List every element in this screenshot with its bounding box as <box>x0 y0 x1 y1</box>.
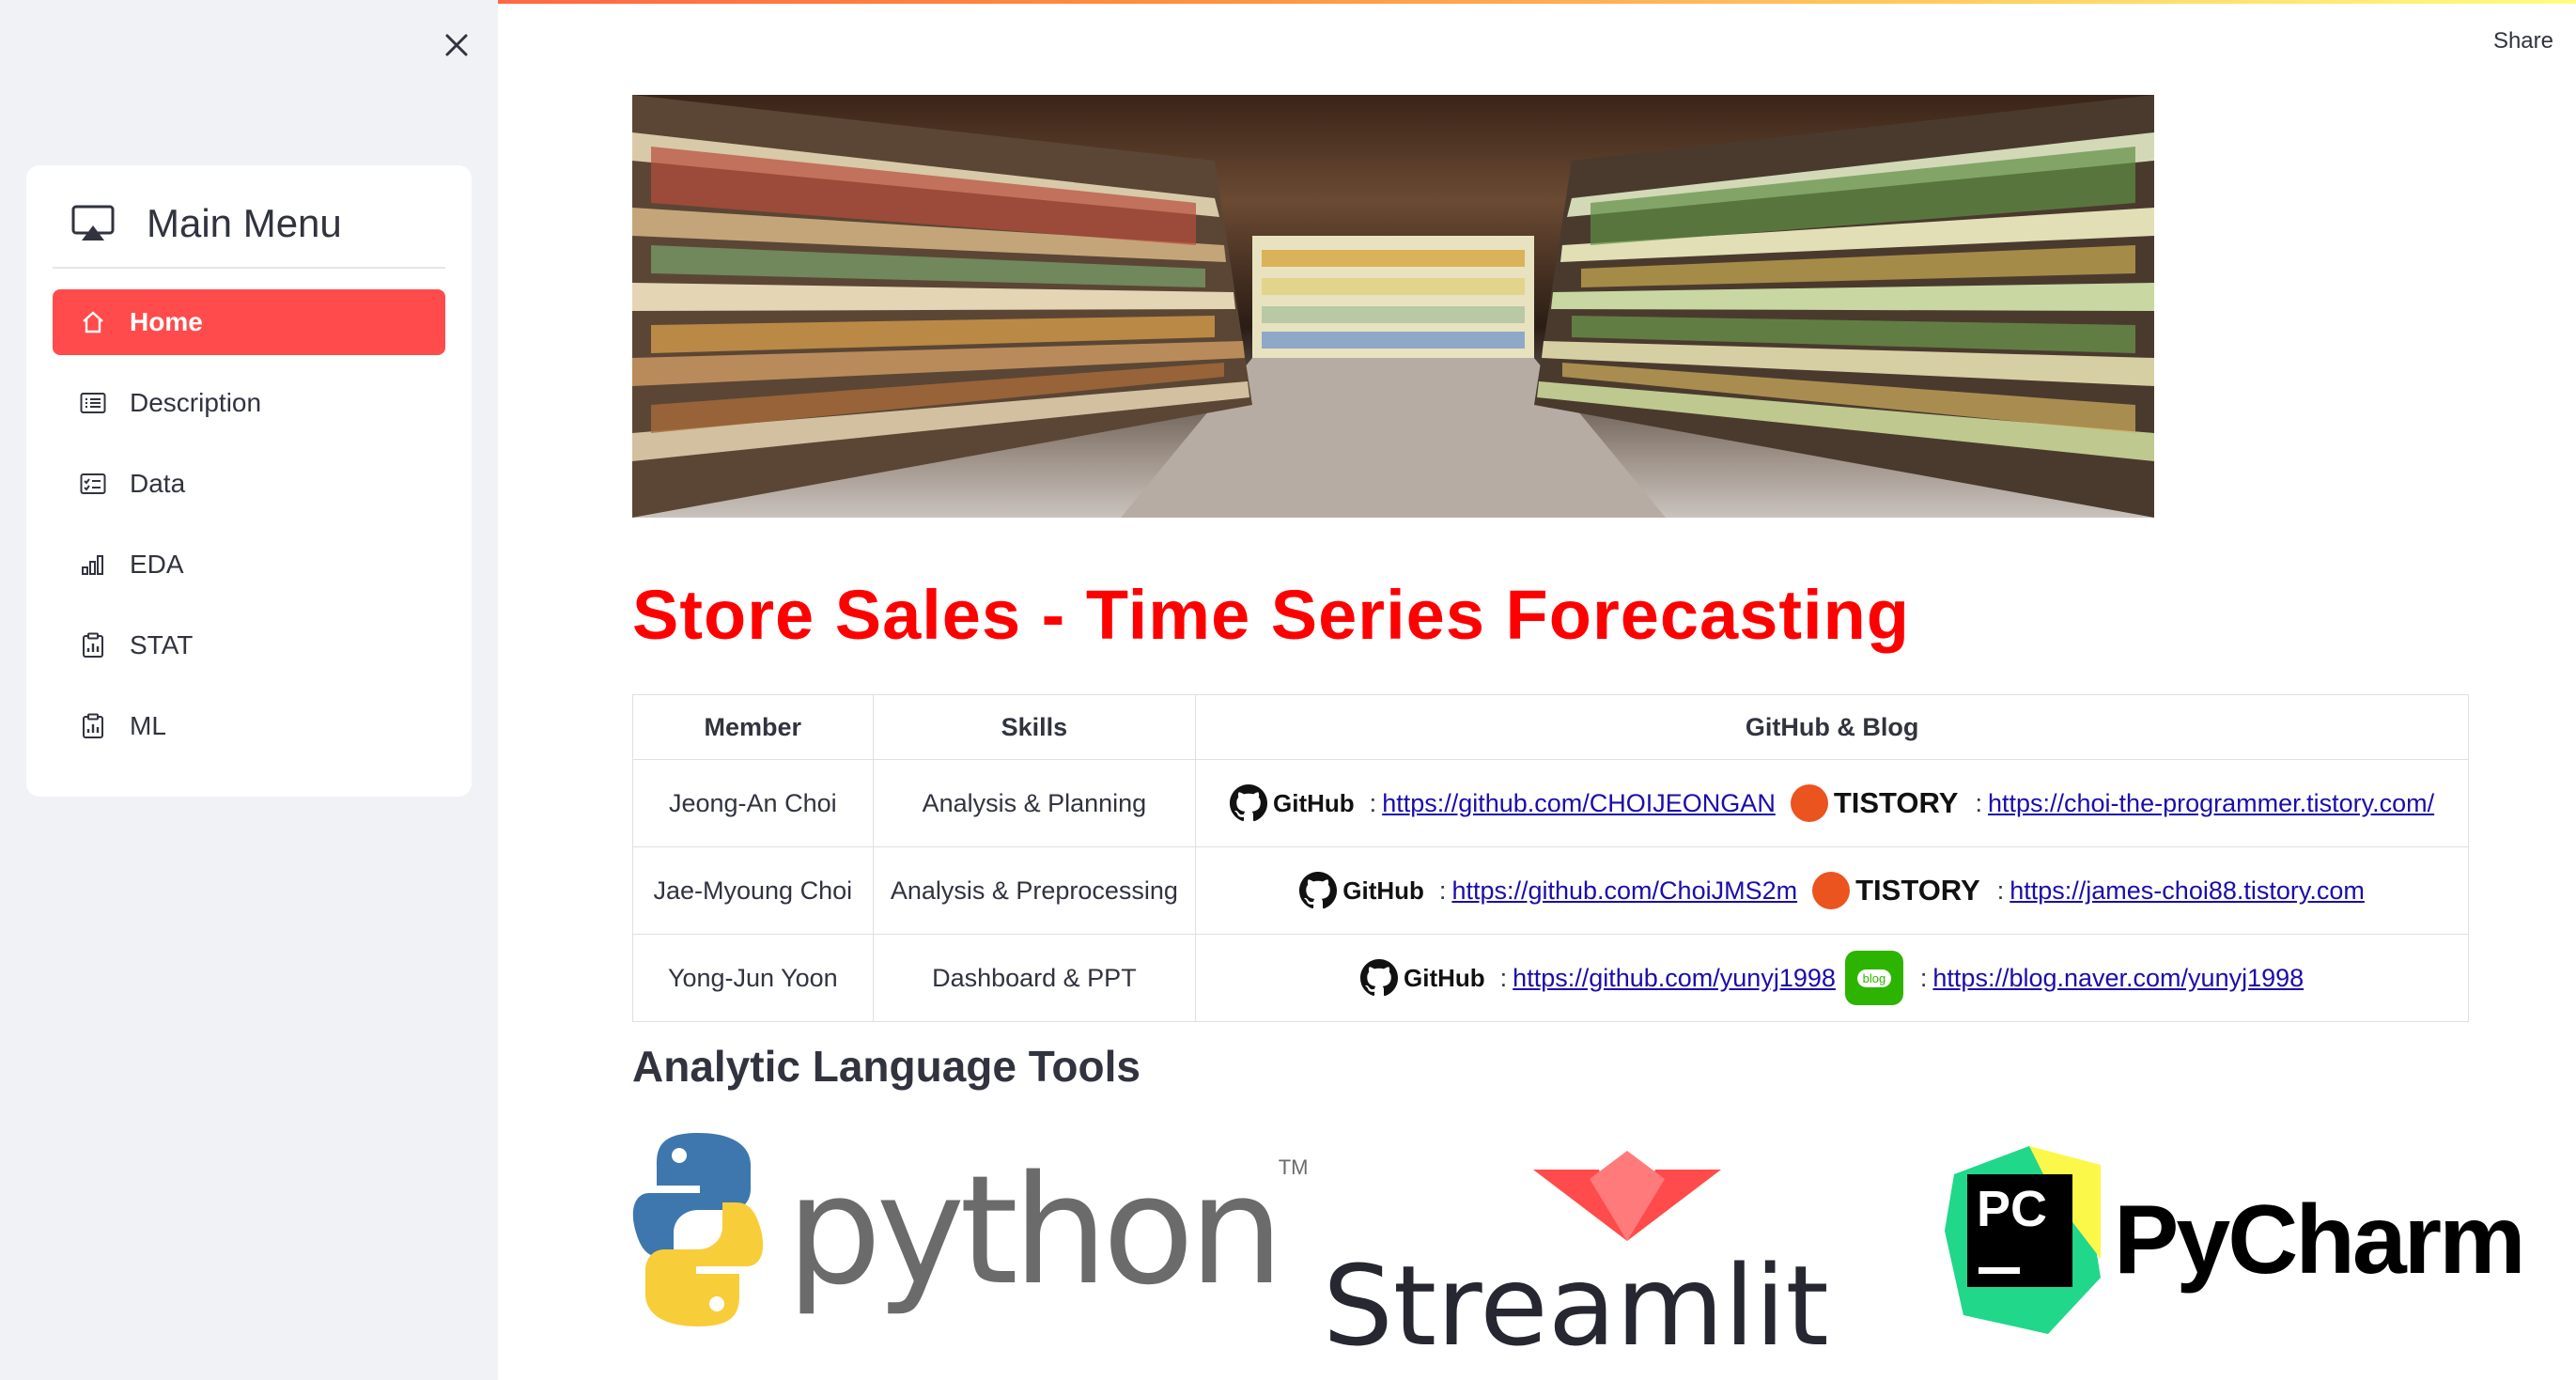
column-header-github-blog: GitHub & Blog <box>1195 694 2469 760</box>
page-title: Store Sales - Time Series Forecasting <box>632 576 1910 654</box>
house-icon <box>79 308 107 336</box>
sidebar-item-label: STAT <box>130 630 194 659</box>
share-button[interactable]: Share <box>2493 28 2553 54</box>
sidebar-item-label: Data <box>130 469 186 498</box>
member-skills: Dashboard & PPT <box>872 934 1197 1022</box>
sidebar: Main Menu Home Description Data EDA STAT… <box>0 0 498 1380</box>
python-snake-icon <box>632 1133 764 1326</box>
github-link[interactable]: https://github.com/CHOIJEONGAN <box>1382 789 1776 818</box>
member-skills: Analysis & Planning <box>872 759 1197 847</box>
sidebar-item-eda[interactable]: EDA <box>53 532 445 597</box>
table-header-row: Member Skills GitHub & Blog <box>632 694 2469 760</box>
member-links: GitHub : https://github.com/yunyj1998 bl… <box>1195 934 2469 1022</box>
github-icon <box>1230 784 1268 822</box>
section-title-tools: Analytic Language Tools <box>632 1042 1141 1091</box>
card-list-icon <box>79 389 107 417</box>
streamlit-wordmark: Streamlit <box>1323 1241 1829 1371</box>
github-logo: GitHub <box>1360 959 1485 997</box>
sidebar-item-data[interactable]: Data <box>53 451 445 517</box>
close-icon <box>445 34 468 56</box>
sidebar-item-label: ML <box>130 711 166 740</box>
github-icon <box>1299 872 1338 909</box>
streamlit-crown-icon <box>1533 1151 1722 1241</box>
sidebar-item-label: EDA <box>130 550 184 579</box>
blog-link[interactable]: https://choi-the-programmer.tistory.com/ <box>1988 789 2434 818</box>
member-name: Yong-Jun Yoon <box>632 934 874 1022</box>
menu-title: Main Menu <box>147 201 342 245</box>
member-links: GitHub : https://github.com/CHOIJEONGAN … <box>1195 759 2469 847</box>
pycharm-badge-text: PC <box>1977 1181 2048 1237</box>
main-menu: Main Menu Home Description Data EDA STAT… <box>26 165 472 797</box>
streamlit-logo: Streamlit <box>1323 1151 1829 1371</box>
sidebar-item-home[interactable]: Home <box>53 289 445 355</box>
sidebar-item-label: Description <box>130 388 262 417</box>
python-trademark: TM <box>1278 1155 1309 1179</box>
pycharm-icon: PC <box>1945 1146 2101 1334</box>
github-link[interactable]: https://github.com/yunyj1998 <box>1513 964 1836 993</box>
bar-chart-icon <box>79 550 107 579</box>
python-logo: python TM <box>632 1127 1308 1332</box>
team-table: Member Skills GitHub & Blog Jeong-An Cho… <box>632 694 2469 1022</box>
card-checklist-icon <box>79 470 107 498</box>
github-logo: GitHub <box>1299 872 1424 909</box>
table-row: Jae-Myoung Choi Analysis & Preprocessing… <box>632 846 2469 935</box>
python-wordmark: python <box>786 1141 1284 1318</box>
member-skills: Analysis & Preprocessing <box>872 846 1197 935</box>
member-links: GitHub : https://github.com/ChoiJMS2m TI… <box>1195 846 2469 935</box>
github-link[interactable]: https://github.com/ChoiJMS2m <box>1451 876 1797 906</box>
clipboard-data-icon <box>79 631 107 659</box>
pycharm-logo: PC PyCharm <box>1945 1146 2526 1334</box>
github-icon <box>1360 959 1398 997</box>
pycharm-wordmark: PyCharm <box>2114 1185 2526 1295</box>
member-name: Jeong-An Choi <box>632 759 874 847</box>
blog-link[interactable]: https://blog.naver.com/yunyj1998 <box>1932 964 2304 993</box>
github-logo: GitHub <box>1230 784 1355 822</box>
naver-blog-icon: blog <box>1844 951 1903 1005</box>
tistory-icon <box>1812 872 1851 909</box>
sidebar-item-label: Home <box>130 307 203 336</box>
blog-link[interactable]: https://james-choi88.tistory.com <box>2010 876 2365 906</box>
column-header-member: Member <box>632 694 874 760</box>
table-row: Jeong-An Choi Analysis & Planning GitHub… <box>632 759 2469 847</box>
menu-header: Main Menu <box>53 194 445 254</box>
tistory-icon <box>1790 784 1828 822</box>
close-sidebar-button[interactable] <box>438 26 475 64</box>
table-row: Yong-Jun Yoon Dashboard & PPT GitHub : h… <box>632 934 2469 1022</box>
column-header-skills: Skills <box>872 694 1197 760</box>
tistory-logo: TISTORY <box>1790 784 1958 822</box>
menu-divider <box>53 267 445 269</box>
grocery-store-banner-image <box>632 95 2154 518</box>
clipboard-data-icon <box>79 712 107 740</box>
sidebar-item-ml[interactable]: ML <box>53 693 445 759</box>
sidebar-item-stat[interactable]: STAT <box>53 612 445 678</box>
airplay-icon <box>71 205 115 240</box>
tistory-logo: TISTORY <box>1812 872 1980 909</box>
sidebar-item-description[interactable]: Description <box>53 370 445 436</box>
member-name: Jae-Myoung Choi <box>632 846 874 935</box>
